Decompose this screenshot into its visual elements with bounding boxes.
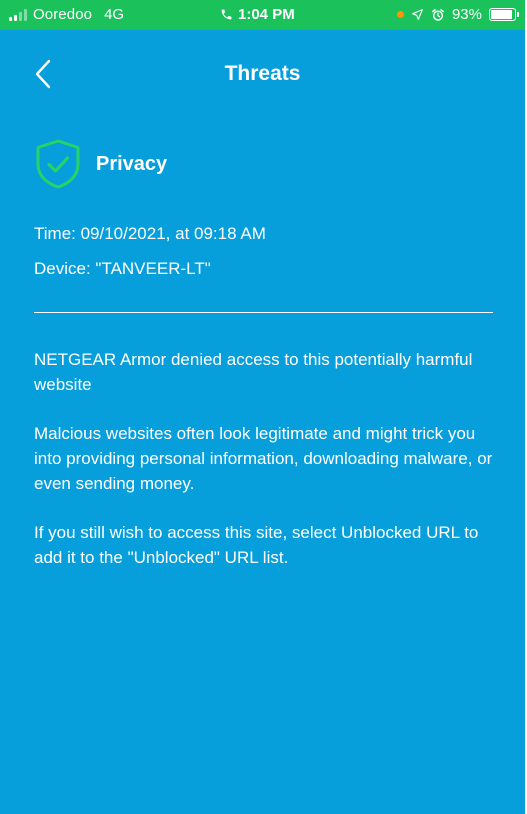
denied-message: NETGEAR Armor denied access to this pote… bbox=[34, 350, 473, 394]
status-bar: Ooredoo 4G 1:04 PM 93% bbox=[0, 0, 525, 30]
divider bbox=[34, 312, 493, 313]
battery-icon bbox=[489, 8, 519, 21]
network-type: 4G bbox=[104, 6, 125, 23]
phone-icon bbox=[221, 9, 232, 20]
alarm-icon bbox=[431, 8, 444, 21]
battery-level-fill bbox=[491, 10, 513, 19]
threat-detail-screen: Ooredoo 4G 1:04 PM 93% Threats Privacy T… bbox=[0, 0, 525, 814]
threat-device: Device: "TANVEER-LT" bbox=[34, 259, 211, 278]
threat-category: Privacy bbox=[96, 152, 168, 175]
recording-indicator-dot bbox=[396, 11, 404, 18]
location-arrow-icon bbox=[412, 9, 423, 20]
status-time: 1:04 PM bbox=[238, 6, 295, 23]
malicious-warning-message: Malcious websites often look legitimate … bbox=[34, 424, 493, 493]
nav-header: Threats bbox=[0, 50, 525, 98]
shield-check-icon bbox=[36, 139, 80, 189]
carrier-name: Ooredoo bbox=[33, 6, 93, 23]
signal-icon bbox=[9, 8, 27, 21]
unblock-instruction-message: If you still wish to access this site, s… bbox=[34, 523, 479, 567]
battery-percentage: 93% bbox=[451, 6, 482, 23]
status-left: Ooredoo 4G bbox=[9, 6, 124, 23]
status-time-group: 1:04 PM bbox=[220, 6, 295, 23]
threat-time: Time: 09/10/2021, at 09:18 AM bbox=[34, 224, 266, 243]
status-right: 93% bbox=[396, 6, 519, 23]
threat-header: Privacy bbox=[34, 138, 167, 190]
page-title: Threats bbox=[224, 62, 301, 85]
